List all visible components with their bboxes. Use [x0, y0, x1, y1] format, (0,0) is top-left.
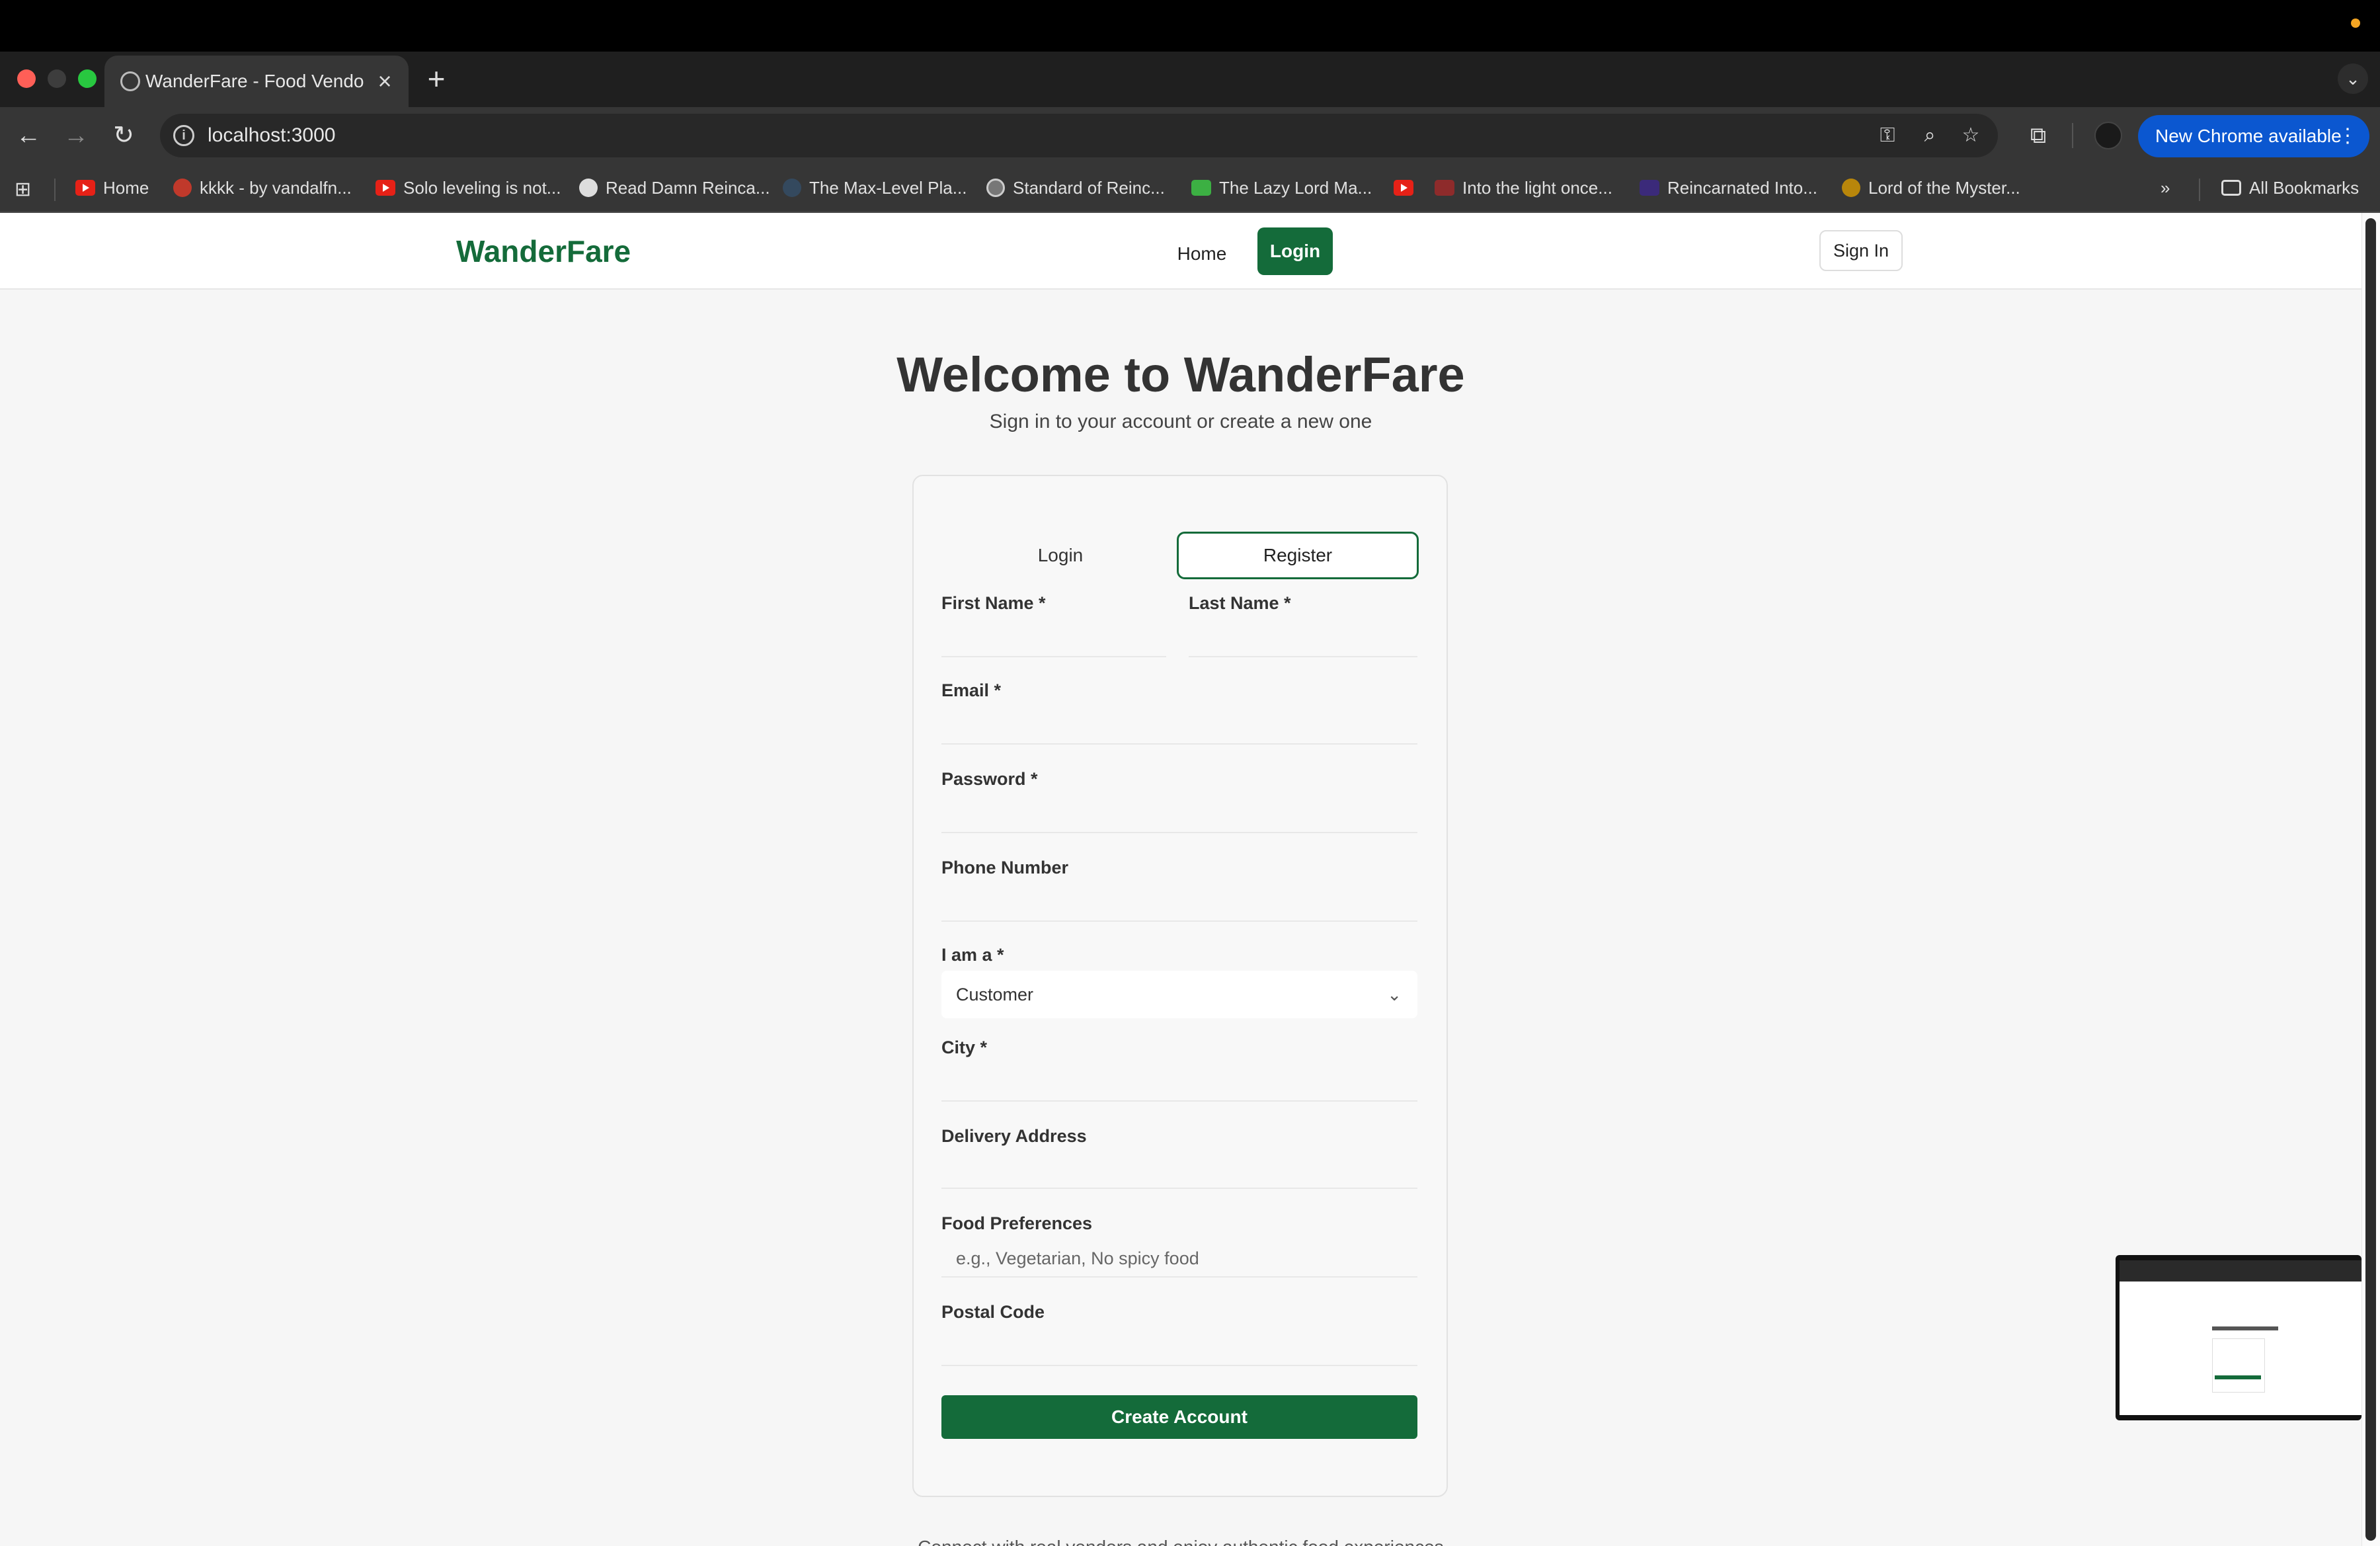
page-subtitle: Sign in to your account or create a new … [989, 411, 1372, 432]
notification-dot [2351, 19, 2360, 28]
back-button[interactable]: ← [12, 119, 45, 152]
page-title: Welcome to WanderFare [896, 347, 1465, 402]
profile-avatar[interactable] [2094, 122, 2122, 149]
preview-screen [2120, 1260, 2361, 1415]
nav-home-link[interactable]: Home [1165, 238, 1239, 270]
url-text: localhost:3000 [208, 124, 336, 146]
bookmark-item[interactable] [1394, 175, 1421, 201]
bookmark-favicon [579, 179, 598, 198]
password-field[interactable] [941, 796, 1417, 833]
bookmark-star-icon[interactable]: ☆ [1958, 123, 1983, 148]
bookmark-favicon [783, 179, 801, 198]
preview-title [2212, 1326, 2278, 1330]
bookmarks-divider [2199, 179, 2200, 201]
phone-label: Phone Number [941, 858, 1069, 877]
site-logo[interactable]: WanderFare [456, 233, 631, 270]
reload-button[interactable]: ↻ [107, 119, 140, 152]
bookmark-item[interactable]: Reincarnated Into... [1640, 175, 1817, 201]
site-info-icon[interactable]: i [173, 125, 194, 146]
bookmark-favicon [173, 179, 192, 198]
food-preferences-field[interactable] [941, 1241, 1417, 1278]
bookmarks-bar [0, 164, 2380, 213]
phone-field[interactable] [941, 885, 1417, 922]
first-name-label: First Name * [941, 593, 1046, 613]
role-label: I am a * [941, 945, 1004, 965]
all-bookmarks-button[interactable]: All Bookmarks [2221, 175, 2359, 201]
bookmark-item[interactable]: kkkk - by vandalfn... [173, 175, 352, 201]
window-maximize-button[interactable] [78, 69, 97, 88]
folder-icon [2221, 180, 2241, 196]
tab-login[interactable]: Login [941, 532, 1179, 579]
nav-login-link[interactable]: Login [1257, 227, 1333, 275]
bookmark-favicon [986, 179, 1005, 198]
role-select[interactable]: Customer ⌄ [941, 971, 1417, 1018]
bookmark-favicon [1191, 180, 1211, 196]
city-field[interactable] [941, 1065, 1417, 1102]
bookmark-favicon [1435, 180, 1454, 196]
apps-grid-icon[interactable]: ⊞ [15, 179, 37, 201]
more-bookmarks-icon[interactable]: » [2161, 175, 2170, 201]
auth-tabs: Login Register [941, 532, 1419, 579]
bookmark-item[interactable]: Standard of Reinc... [986, 175, 1165, 201]
bookmark-item[interactable]: Solo leveling is not... [376, 175, 561, 201]
extensions-icon[interactable]: ⧉ [2022, 119, 2055, 152]
close-icon[interactable]: × [373, 69, 397, 94]
bookmark-item[interactable]: Lord of the Myster... [1842, 175, 2020, 201]
window-minimize-button[interactable] [48, 69, 66, 88]
postal-code-field[interactable] [941, 1329, 1417, 1366]
address-bar[interactable]: i localhost:3000 ⚿ ⌕ ☆ [160, 114, 1998, 157]
bookmark-item[interactable]: The Max-Level Pla... [783, 175, 967, 201]
postal-code-label: Postal Code [941, 1302, 1045, 1322]
sign-in-button[interactable]: Sign In [1819, 230, 1903, 271]
bookmarks-divider [54, 179, 56, 201]
page-viewport: WanderFare Home Login Sign In Welcome to… [0, 213, 2361, 1546]
chrome-update-button[interactable]: New Chrome available ⋮ [2138, 115, 2369, 157]
bookmark-favicon [1640, 180, 1659, 196]
update-label: New Chrome available [2155, 126, 2342, 146]
create-account-button[interactable]: Create Account [941, 1395, 1417, 1439]
chevron-down-icon: ⌄ [1387, 985, 1402, 1004]
bookmark-item[interactable]: The Lazy Lord Ma... [1191, 175, 1372, 201]
scrollbar-thumb[interactable] [2365, 218, 2376, 1541]
auth-card: Login Register First Name * Last Name * … [912, 475, 1448, 1497]
footer-tagline: Connect with real vendors and enjoy auth… [850, 1535, 1511, 1546]
youtube-icon [1394, 180, 1413, 196]
first-name-field[interactable] [941, 620, 1166, 657]
preview-button [2215, 1375, 2261, 1379]
kebab-menu-icon[interactable]: ⋮ [2338, 115, 2358, 157]
bookmark-item[interactable]: Home [75, 175, 149, 201]
email-field[interactable] [941, 708, 1417, 745]
new-tab-button[interactable]: + [423, 62, 450, 95]
preview-toolbar [2120, 1260, 2361, 1282]
youtube-icon [376, 180, 395, 196]
bookmark-favicon [1842, 179, 1860, 198]
tab-title: WanderFare - Food Vendor Marketplace [145, 71, 364, 91]
window-close-button[interactable] [17, 69, 36, 88]
delivery-address-field[interactable] [941, 1152, 1417, 1189]
os-menu-bar [0, 0, 2380, 52]
delivery-address-label: Delivery Address [941, 1126, 1087, 1146]
tab-search-button[interactable]: ⌄ [2338, 63, 2368, 94]
last-name-label: Last Name * [1189, 593, 1291, 613]
zoom-icon[interactable]: ⌕ [1917, 123, 1942, 148]
key-icon[interactable]: ⚿ [1875, 123, 1900, 148]
preview-card [2212, 1338, 2265, 1393]
bookmark-item[interactable]: Read Damn Reinca... [579, 175, 770, 201]
forward-button[interactable]: → [60, 119, 93, 152]
role-selected-value: Customer [956, 985, 1034, 1004]
email-label: Email * [941, 680, 1002, 700]
tab-register[interactable]: Register [1177, 532, 1419, 579]
city-label: City * [941, 1037, 988, 1057]
password-label: Password * [941, 769, 1038, 789]
toolbar-divider [2072, 123, 2073, 148]
youtube-icon [75, 180, 95, 196]
bookmark-item[interactable]: Into the light once... [1435, 175, 1612, 201]
food-preferences-label: Food Preferences [941, 1213, 1093, 1233]
browser-tab[interactable]: WanderFare - Food Vendor Marketplace × [104, 56, 409, 107]
screen-preview-thumbnail[interactable] [2116, 1255, 2361, 1420]
globe-icon [120, 71, 140, 91]
site-header: WanderFare Home Login Sign In [0, 213, 2361, 290]
last-name-field[interactable] [1189, 620, 1417, 657]
